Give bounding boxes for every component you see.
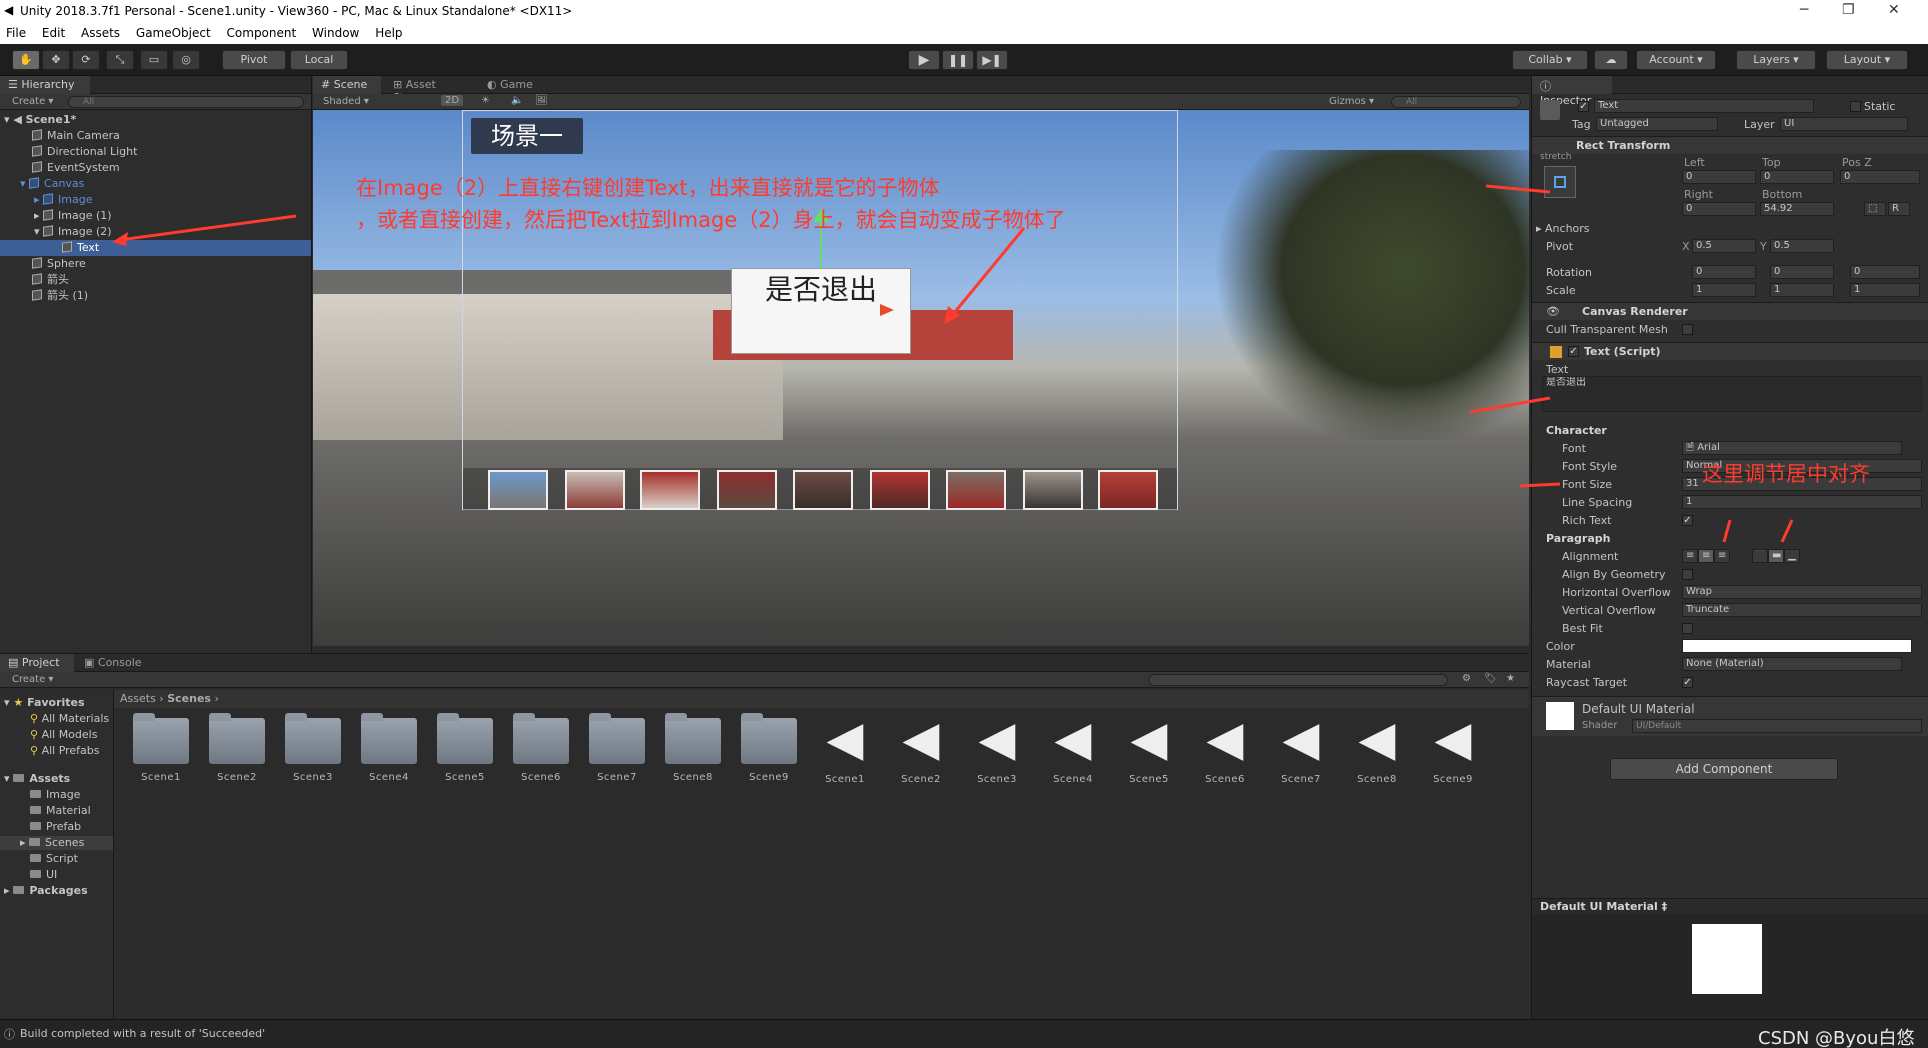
arrow-to-anchor bbox=[1485, 184, 1551, 194]
annotation-arrows bbox=[112, 184, 1794, 543]
arrow-to-align-v bbox=[1780, 519, 1794, 543]
status-bar: ⓘ Build completed with a result of 'Succ… bbox=[0, 1019, 1928, 1048]
arrow-to-font-size bbox=[1519, 482, 1561, 488]
arrow-head-icon bbox=[112, 232, 128, 246]
arrow-to-text-field bbox=[1469, 396, 1551, 414]
status-message[interactable]: Build completed with a result of 'Succee… bbox=[20, 1027, 265, 1040]
arrow-to-dialog bbox=[948, 227, 1026, 319]
arrow-to-text-item bbox=[119, 214, 297, 242]
info-icon: ⓘ bbox=[4, 1028, 15, 1041]
arrow-to-align-h bbox=[1722, 519, 1732, 543]
watermark: CSDN @Byou白悠 bbox=[1758, 1028, 1915, 1048]
